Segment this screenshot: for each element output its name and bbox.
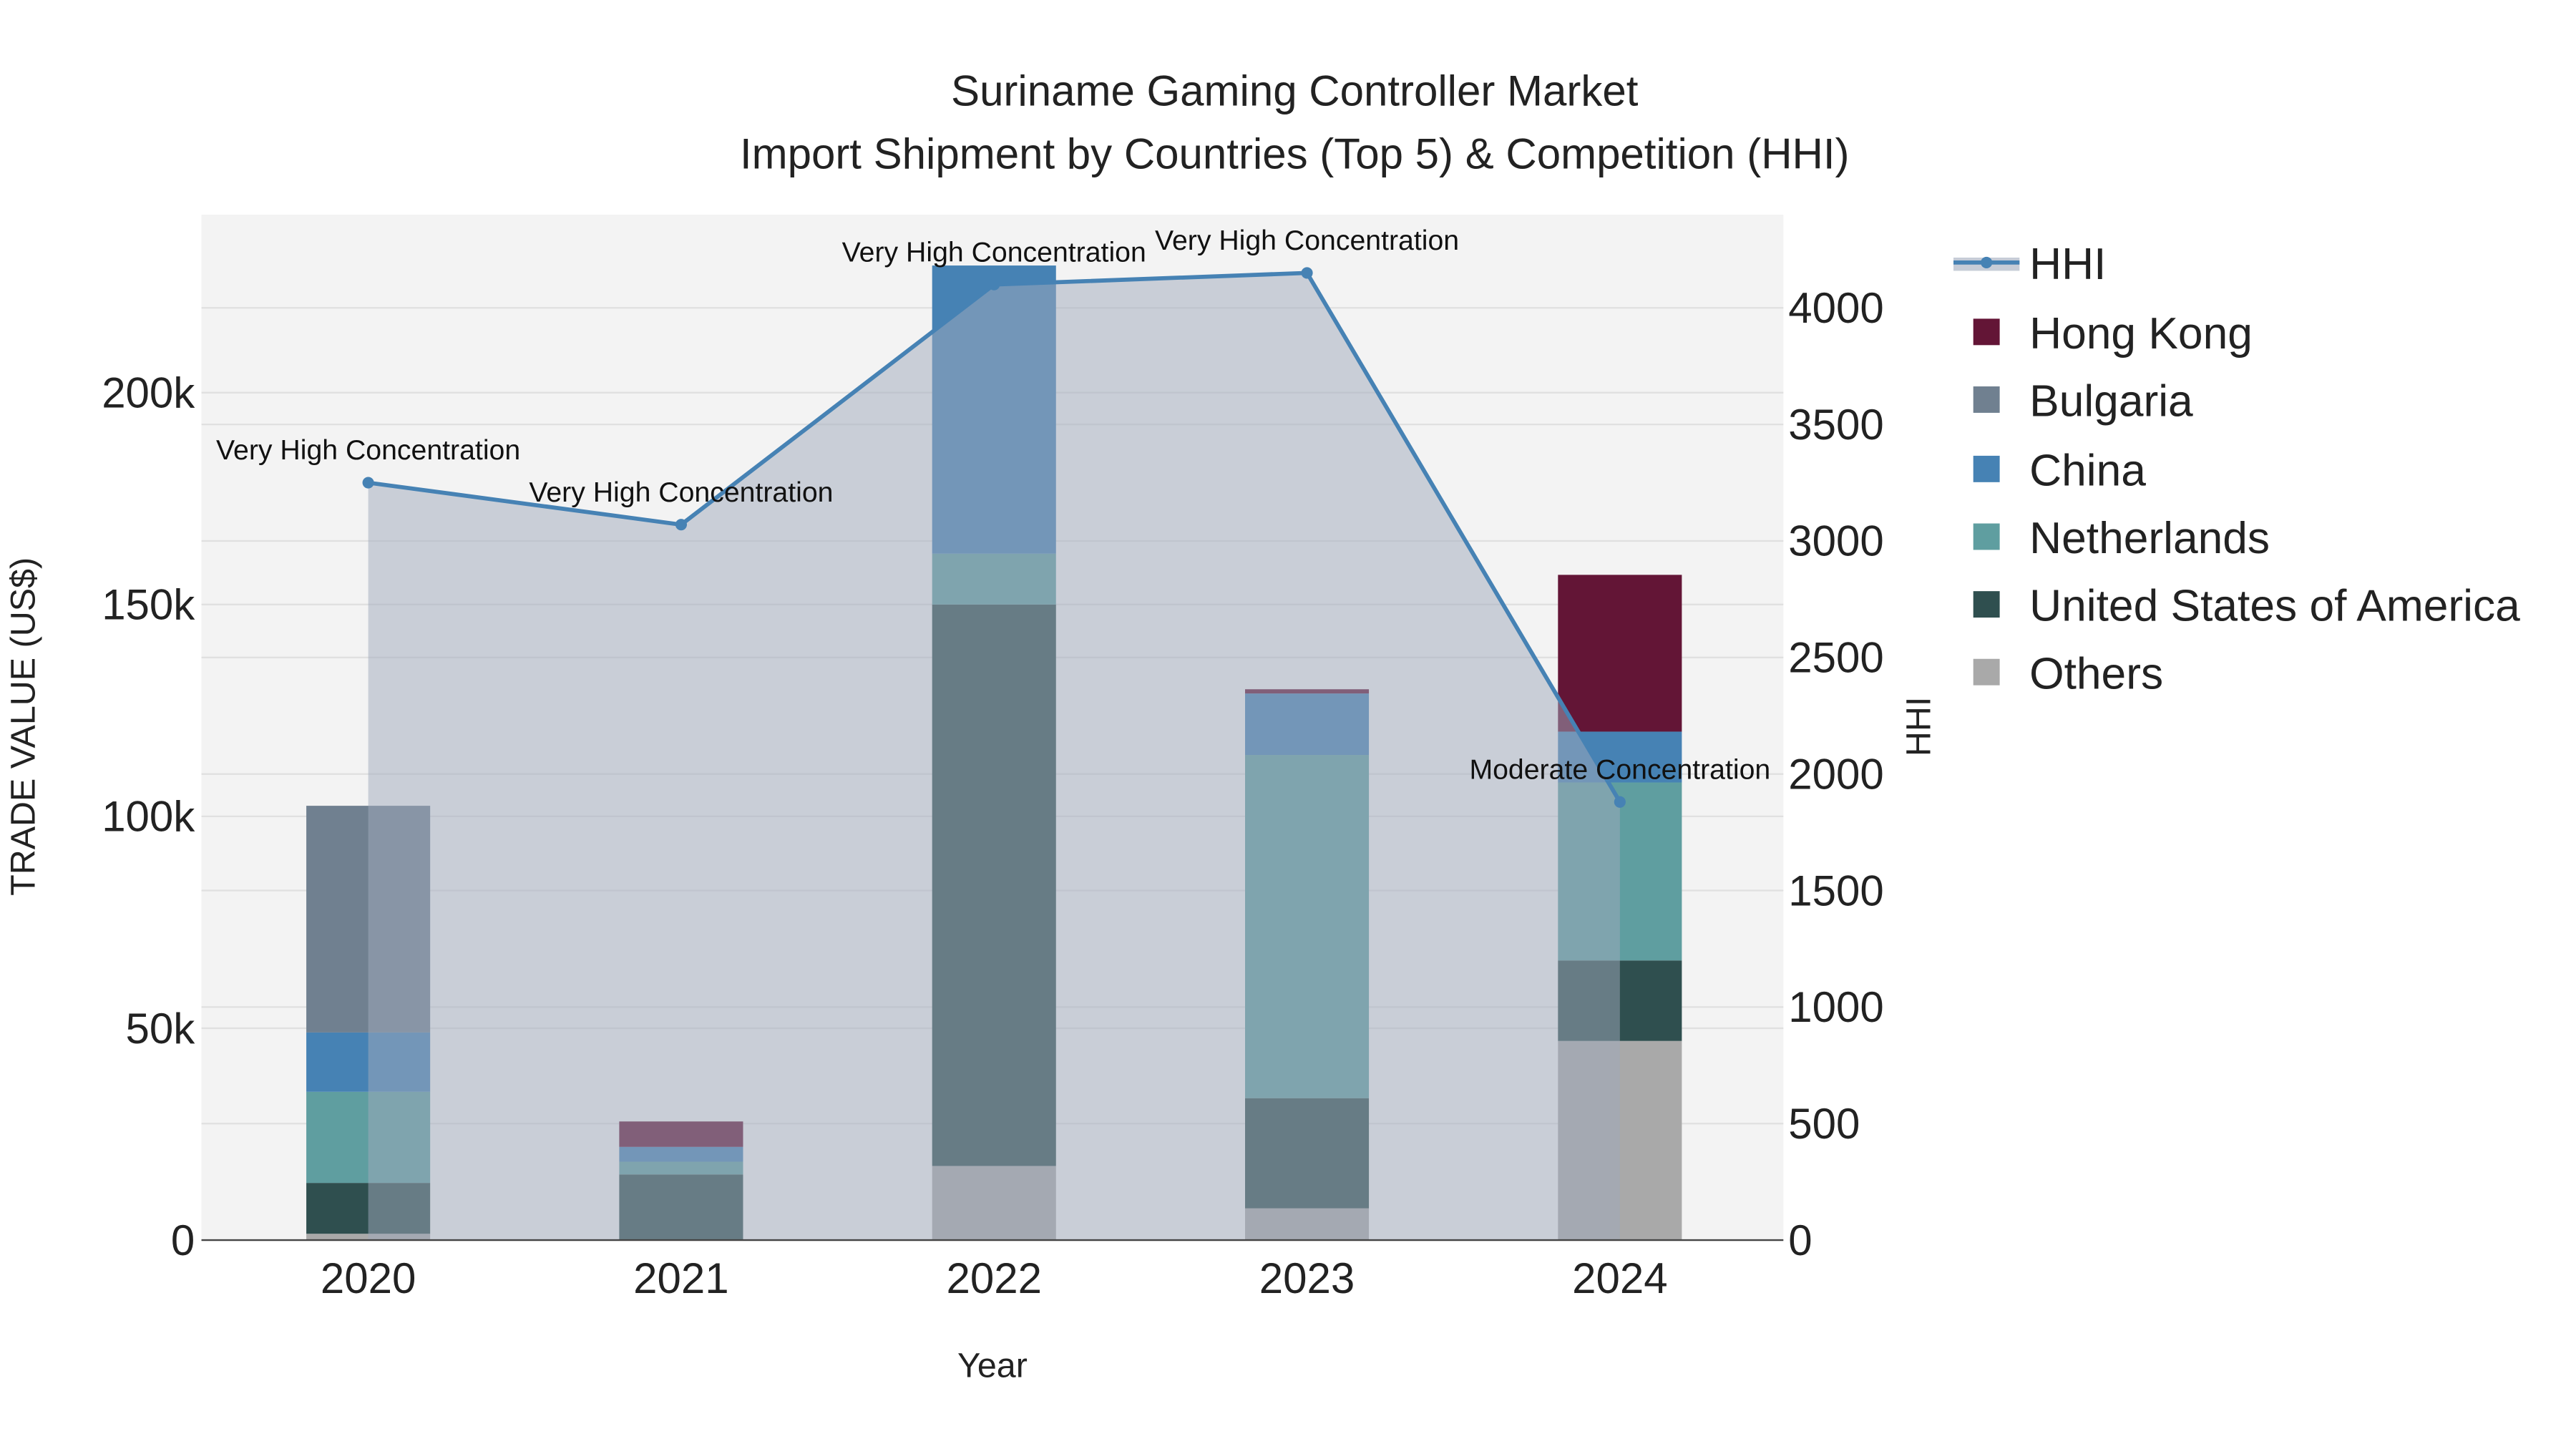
x-tick-label: 2024 <box>1572 1254 1667 1302</box>
hhi-point[interactable] <box>1301 267 1313 279</box>
hhi-annotation: Very High Concentration <box>1155 225 1459 256</box>
x-tick-label: 2022 <box>946 1254 1041 1302</box>
hhi-point[interactable] <box>1614 796 1626 808</box>
y2-tick-label: 2500 <box>1788 634 1883 682</box>
y2-tick-label: 3500 <box>1788 401 1883 449</box>
legend-label: Netherlands <box>2029 514 2270 563</box>
legend-item[interactable]: Bulgaria <box>1973 377 2193 426</box>
legend-swatch <box>1973 591 2000 618</box>
y2-tick-label: 4000 <box>1788 284 1883 332</box>
legend-item[interactable]: Hong Kong <box>1973 309 2253 358</box>
x-axis-title: Year <box>957 1347 1028 1385</box>
y2-axis-ticks: 0 500 1000 1500 2000 2500 3000 3500 4000 <box>1788 284 1883 1264</box>
legend-swatch <box>1973 523 2000 550</box>
y2-tick-label: 1500 <box>1788 867 1883 914</box>
y-tick-label: 100k <box>102 793 195 841</box>
legend-item[interactable]: Others <box>1973 649 2163 698</box>
y2-tick-label: 1000 <box>1788 983 1883 1031</box>
hhi-annotation: Very High Concentration <box>529 477 833 508</box>
x-tick-label: 2021 <box>633 1254 728 1302</box>
legend-swatch <box>1973 658 2000 686</box>
hhi-annotation: Very High Concentration <box>842 236 1146 268</box>
y2-tick-label: 2000 <box>1788 750 1883 798</box>
hhi-point[interactable] <box>988 278 1000 291</box>
legend-item[interactable]: United States of America <box>1973 582 2520 631</box>
y2-tick-label: 3000 <box>1788 517 1883 565</box>
y-tick-label: 0 <box>171 1216 195 1264</box>
y-tick-label: 50k <box>126 1005 196 1053</box>
legend-item[interactable]: China <box>1973 446 2147 495</box>
x-axis-ticks: 2020 2021 2022 2023 2024 <box>321 1254 1668 1302</box>
legend-label: Others <box>2029 649 2163 698</box>
legend-marker-icon <box>1981 256 1993 268</box>
hhi-point[interactable] <box>362 477 374 489</box>
legend-item[interactable]: Netherlands <box>1973 514 2270 563</box>
hhi-annotation: Moderate Concentration <box>1469 753 1770 785</box>
y-tick-label: 150k <box>102 581 195 629</box>
y2-axis-title: HHI <box>1900 697 1938 756</box>
legend-label: United States of America <box>2029 582 2520 631</box>
y-axis-title: TRADE VALUE (US$) <box>4 557 42 896</box>
chart-subtitle: Import Shipment by Countries (Top 5) & C… <box>740 130 1850 177</box>
hhi-annotation: Very High Concentration <box>216 434 520 466</box>
legend-swatch <box>1973 455 2000 482</box>
chart: Very High Concentration Very High Concent… <box>4 67 2520 1385</box>
y2-tick-label: 0 <box>1788 1216 1812 1264</box>
bar-hong-kong[interactable] <box>1558 575 1682 732</box>
y-tick-label: 200k <box>102 369 195 416</box>
legend-label: Bulgaria <box>2029 377 2193 426</box>
legend-item[interactable]: HHI <box>1953 240 2106 289</box>
hhi-point[interactable] <box>675 519 687 531</box>
chart-title: Suriname Gaming Controller Market <box>951 67 1639 115</box>
legend-swatch <box>1973 386 2000 413</box>
legend-label: China <box>2029 446 2146 495</box>
x-tick-label: 2023 <box>1259 1254 1355 1302</box>
x-tick-label: 2020 <box>321 1254 416 1302</box>
legend: HHI Hong Kong Bulgaria China Netherlands Unit… <box>1953 240 2520 698</box>
legend-swatch <box>1973 318 2000 346</box>
legend-label: HHI <box>2029 240 2106 289</box>
y2-tick-label: 500 <box>1788 1100 1860 1148</box>
y-axis-ticks: 0 50k 100k 150k 200k <box>102 369 195 1264</box>
legend-label: Hong Kong <box>2029 309 2253 358</box>
